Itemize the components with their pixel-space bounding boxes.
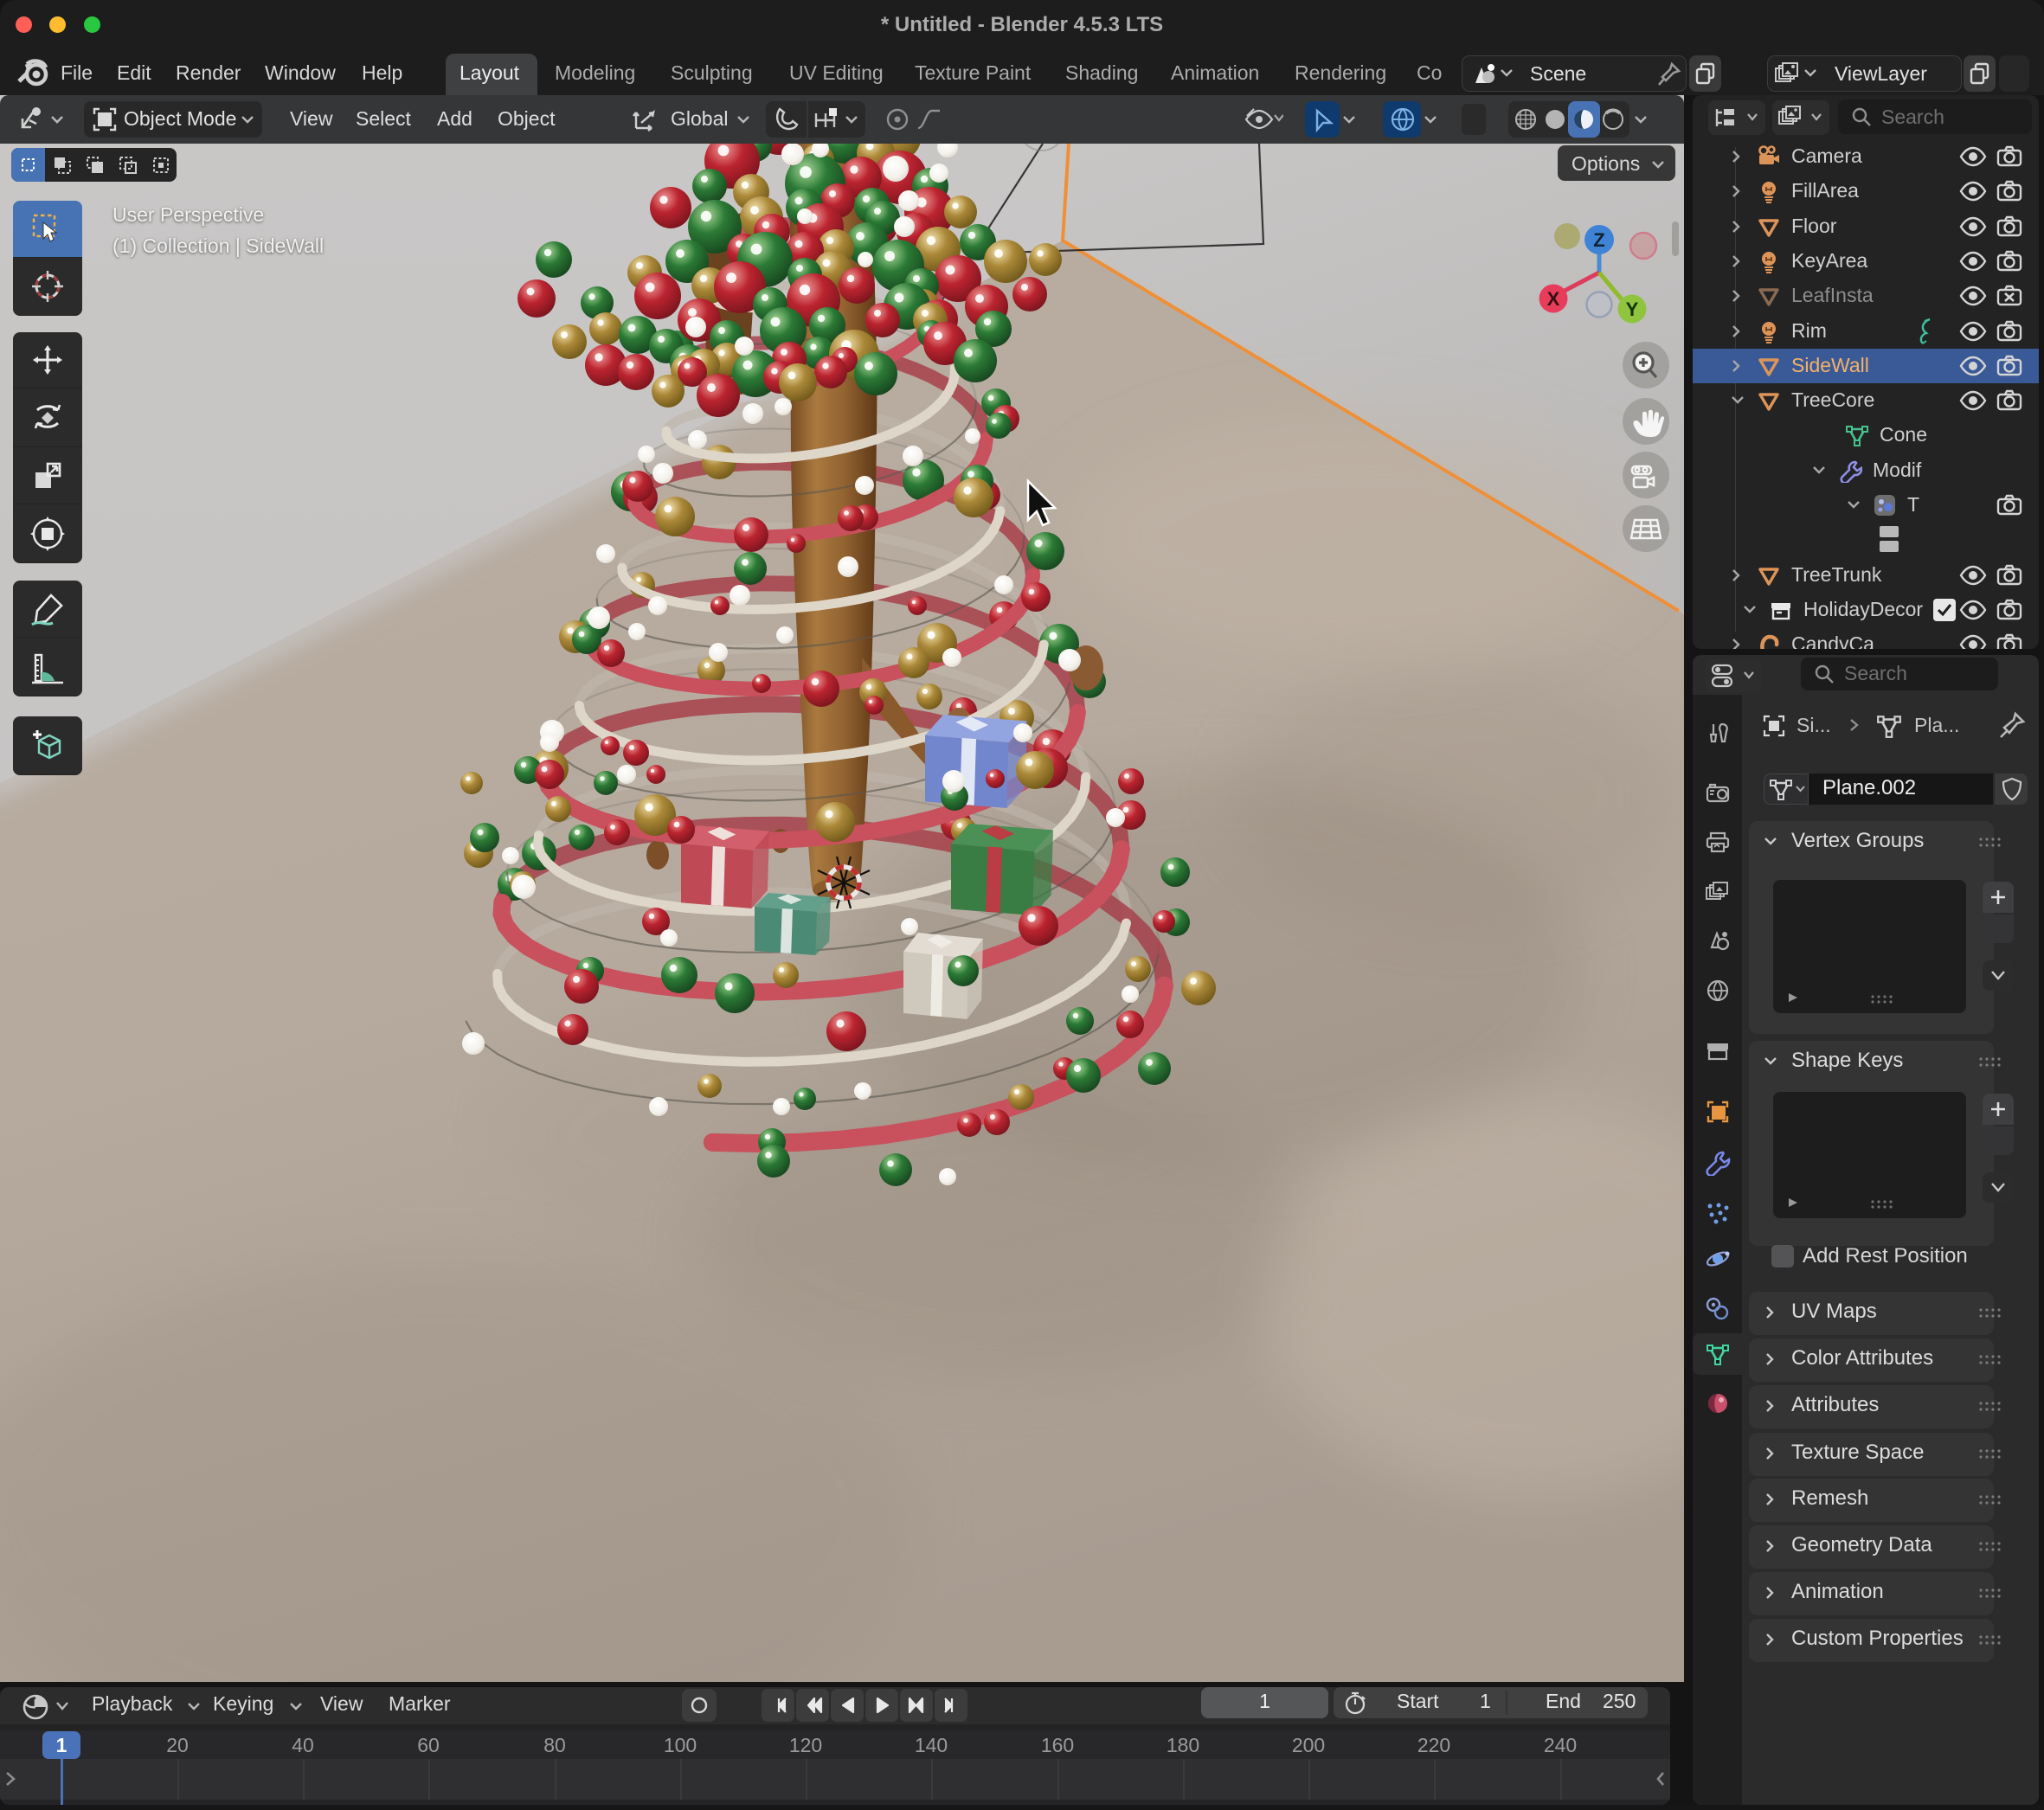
svg-text:Z: Z (1593, 229, 1604, 251)
svg-text:X: X (1547, 288, 1560, 310)
svg-text:Y: Y (1626, 298, 1639, 320)
